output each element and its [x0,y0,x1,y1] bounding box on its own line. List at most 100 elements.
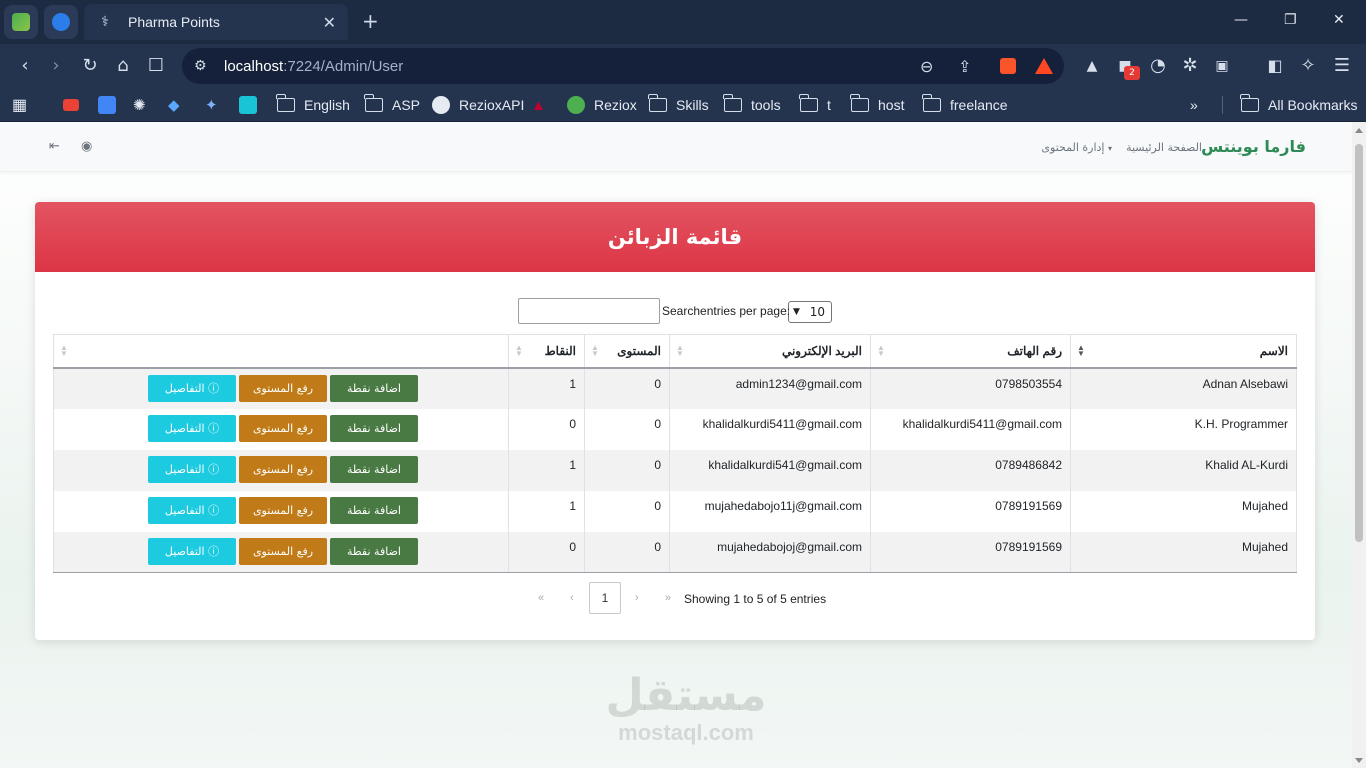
bookmark-host[interactable]: host [850,94,904,115]
user-icon[interactable]: ◉ [81,139,92,154]
bookmark-icon[interactable]: ☐ [144,54,168,78]
folder-icon [364,94,383,112]
brand-logo[interactable]: فارما بوينتس [1201,137,1306,156]
raise-level-button[interactable]: رفع المستوى [239,496,327,524]
cell-actions: اضافة نقطةرفع المستوىⓘ التفاصيل [53,367,509,409]
bookmark-tools[interactable]: tools [723,94,781,115]
nav-content-management-dropdown[interactable]: إدارة المحتوى ▾ [1041,141,1112,154]
extension-icon[interactable]: ▣ [1210,54,1234,78]
details-button[interactable]: ⓘ التفاصيل [148,414,236,442]
translate-icon[interactable] [98,95,116,115]
leo-icon[interactable]: ✧ [1296,54,1320,78]
pagination-info: Showing 1 to 5 of 5 entries [684,592,827,606]
add-point-button[interactable]: اضافة نقطة [330,455,418,483]
apps-icon[interactable]: ▦ [12,95,27,115]
page-button-current[interactable]: 1 [589,582,621,614]
details-button[interactable]: ⓘ التفاصيل [148,455,236,483]
column-header-phone[interactable]: رقم الهاتف ▲ ▼ [870,334,1071,369]
site-info-icon[interactable]: ⚙ [194,58,224,74]
bookmark-skills[interactable]: Skills [648,94,709,115]
raise-level-button[interactable]: رفع المستوى [239,455,327,483]
column-header-actions[interactable]: ▲ ▼ [53,334,509,369]
nav-home-link[interactable]: الصفحة الرئيسية [1126,141,1202,154]
bookmark-site-icon[interactable] [239,95,257,115]
cell-level: 0 [584,367,670,409]
column-header-points[interactable]: النقاط ▲ ▼ [508,334,585,369]
cell-level: 0 [584,490,670,532]
sidebar-icon[interactable]: ◧ [1263,54,1287,78]
column-header-name[interactable]: الاسم ▲ ▼ [1070,334,1297,369]
sort-icon: ▲ ▼ [60,343,68,358]
forward-icon[interactable]: › [44,54,68,78]
bookmark-reziox[interactable]: Reziox [567,95,637,115]
minimize-icon[interactable]: — [1234,12,1248,28]
share-icon[interactable]: ⇪ [958,57,971,76]
bookmark-rezioxapi[interactable]: RezioxAPI [432,95,524,115]
brave-shield-icon[interactable] [1000,58,1016,74]
first-page-button[interactable]: « [538,592,544,604]
page-scrollbar[interactable] [1352,122,1366,768]
logout-icon[interactable]: ⇤ [49,139,60,154]
column-header-email[interactable]: البريد الإلكتروني ▲ ▼ [669,334,871,369]
table-row: Mujahed 0789191569 mujahedabojoj@gmail.c… [53,531,1297,573]
maximize-icon[interactable]: ❐ [1284,12,1297,28]
scroll-up-icon[interactable] [1355,128,1363,133]
column-header-label: رقم الهاتف [1007,343,1062,358]
entries-per-page-select[interactable]: ▼ 10 [788,301,832,323]
app-icon [52,13,70,31]
close-tab-icon[interactable]: ✕ [323,13,336,32]
next-page-button[interactable]: › [635,592,639,604]
pinned-tab-1[interactable] [4,5,38,39]
add-point-button[interactable]: اضافة نقطة [330,414,418,442]
raise-level-button[interactable]: رفع المستوى [239,374,327,402]
sort-asc-icon: ▲ ▼ [1077,343,1085,358]
last-page-button[interactable]: » [665,592,671,604]
cell-actions: اضافة نقطةرفع المستوىⓘ التفاصيل [53,408,509,450]
back-icon[interactable]: ‹ [13,54,37,78]
gemini-icon[interactable]: ✦ [205,95,218,115]
bookmark-label: tools [751,97,781,113]
new-tab-icon[interactable]: + [362,10,379,32]
extensions-puzzle-icon[interactable]: ✲ [1178,54,1202,78]
bookmark-english[interactable]: English [276,94,350,115]
reload-icon[interactable]: ↻ [78,54,102,78]
angular-icon[interactable]: ▲ [531,95,546,115]
scrollbar-thumb[interactable] [1355,144,1363,542]
add-point-button[interactable]: اضافة نقطة [330,374,418,402]
previous-page-button[interactable]: ‹ [570,592,574,604]
bookmark-freelance[interactable]: freelance [922,94,1008,115]
details-button[interactable]: ⓘ التفاصيل [148,496,236,524]
zoom-icon[interactable]: ⊖ [920,57,933,76]
cell-email: mujahedabojoj@gmail.com [669,531,871,573]
caret-down-icon: ▾ [1107,144,1112,153]
bookmark-site-icon[interactable]: ◆ [168,95,180,115]
home-icon[interactable]: ⌂ [111,54,135,78]
extension-icon[interactable]: ▲ [1080,54,1104,78]
openai-icon[interactable]: ✺ [133,95,146,115]
close-window-icon[interactable]: ✕ [1333,12,1345,28]
bookmark-asp[interactable]: ASP [364,94,420,115]
add-point-button[interactable]: اضافة نقطة [330,496,418,524]
folder-icon [850,94,869,112]
url-path: :7224/Admin/User [283,57,404,75]
column-header-label: البريد الإلكتروني [781,343,862,358]
active-tab[interactable]: ⚕ Pharma Points ✕ [84,4,348,40]
add-point-button[interactable]: اضافة نقطة [330,537,418,565]
address-bar[interactable]: ⚙ localhost:7224/Admin/User ⊖ ⇪ [182,48,1064,84]
details-button[interactable]: ⓘ التفاصيل [148,537,236,565]
details-button[interactable]: ⓘ التفاصيل [148,374,236,402]
column-header-level[interactable]: المستوى ▲ ▼ [584,334,670,369]
bookmark-t[interactable]: t [799,94,831,115]
watermark-arabic: مستقل [605,670,767,721]
gmail-icon[interactable] [63,95,79,115]
search-input[interactable] [518,298,660,324]
raise-level-button[interactable]: رفع المستوى [239,414,327,442]
brave-rewards-icon[interactable] [1035,58,1053,74]
all-bookmarks[interactable]: All Bookmarks [1240,94,1357,115]
extension-icon[interactable]: ◔ [1146,54,1170,78]
raise-level-button[interactable]: رفع المستوى [239,537,327,565]
more-bookmarks-icon[interactable]: » [1190,95,1198,115]
scroll-down-icon[interactable] [1355,758,1363,763]
pinned-tab-2[interactable] [44,5,78,39]
menu-icon[interactable]: ☰ [1330,54,1354,78]
